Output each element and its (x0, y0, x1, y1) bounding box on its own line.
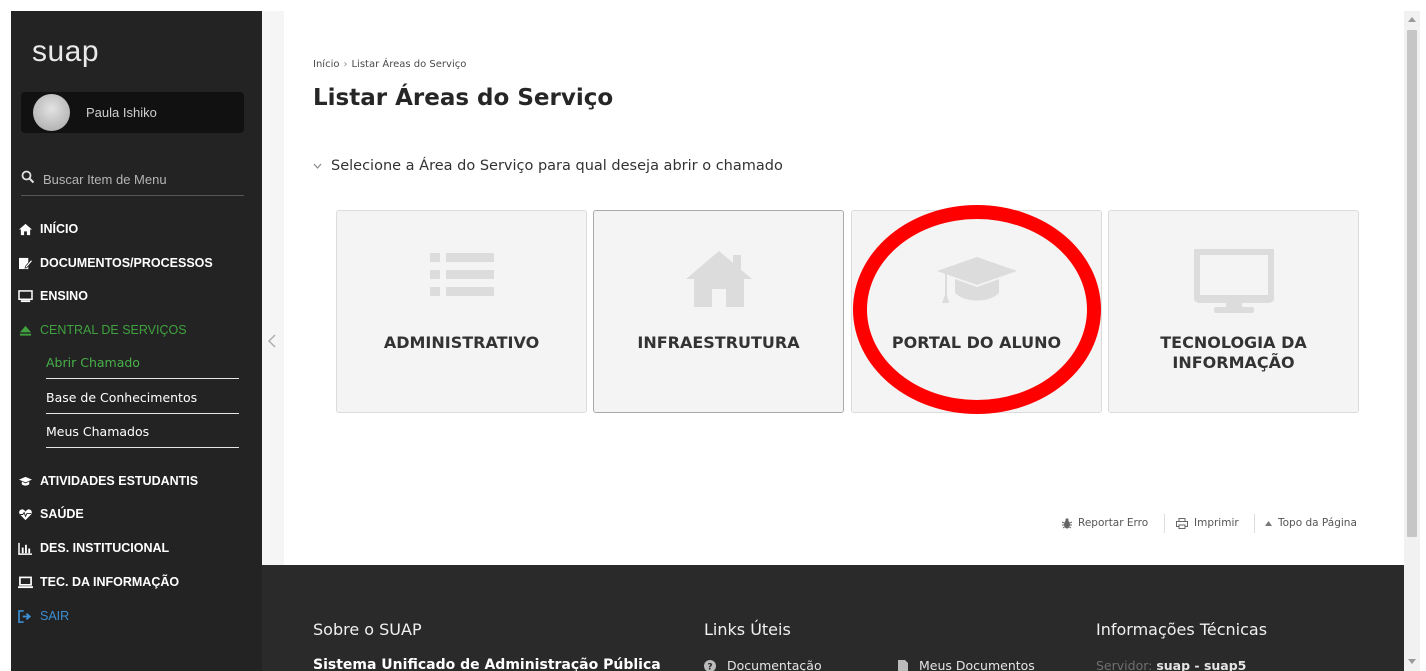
list-icon (429, 253, 494, 296)
sidebar: suap Paula Ishiko INÍCIO DOCUMENTOS/PROC… (11, 11, 262, 671)
bar-chart-icon (18, 542, 32, 555)
document-edit-icon (19, 257, 33, 269)
menu-search (21, 169, 244, 196)
scrollbar-thumb[interactable] (1407, 30, 1417, 537)
annotation-circle (853, 205, 1101, 414)
search-icon (21, 170, 35, 184)
app-logo[interactable]: suap (32, 35, 99, 69)
sidebar-item-label: ATIVIDADES ESTUDANTIS (40, 474, 199, 488)
scrollbar[interactable] (1404, 11, 1420, 671)
sidebar-collapse-strip[interactable] (262, 11, 284, 565)
submenu-base-conhecimentos[interactable]: Base de Conhecimentos (46, 381, 239, 414)
footer-link-label: Documentação (727, 658, 822, 671)
sidebar-item-label: DES. INSTITUCIONAL (40, 541, 170, 555)
back-to-top-link[interactable]: Topo da Página (1265, 517, 1357, 529)
card-label: ADMINISTRATIVO (383, 333, 540, 352)
search-input[interactable] (43, 169, 243, 189)
scroll-up-icon[interactable] (1408, 16, 1416, 22)
footer-link-meus-documentos[interactable]: Meus Documentos (898, 658, 1035, 671)
file-icon (898, 659, 908, 671)
sign-out-icon (18, 609, 32, 623)
sidebar-item-label: TEC. DA INFORMAÇÃO (40, 575, 180, 589)
breadcrumb-current: Listar Áreas do Serviço (351, 59, 467, 70)
section-toggle[interactable]: Selecione a Área do Serviço para qual de… (313, 158, 783, 174)
heartbeat-icon (19, 508, 32, 520)
submenu-abrir-chamado[interactable]: Abrir Chamado (46, 346, 239, 379)
bug-icon (1062, 517, 1072, 528)
user-name: Paula Ishiko (86, 105, 157, 120)
page-title: Listar Áreas do Serviço (313, 85, 614, 111)
sidebar-item-label: SAIR (40, 609, 70, 623)
sidebar-item-label: INÍCIO (40, 222, 79, 236)
sidebar-item-central-servicos[interactable]: CENTRAL DE SERVIÇOS (18, 319, 187, 341)
sidebar-item-inicio[interactable]: INÍCIO (18, 218, 78, 240)
eject-icon (19, 325, 32, 336)
footer-links-title: Links Úteis (704, 620, 791, 639)
sidebar-item-des-institucional[interactable]: DES. INSTITUCIONAL (18, 537, 169, 559)
chevron-left-icon[interactable] (267, 333, 277, 349)
report-error-label: Reportar Erro (1078, 517, 1149, 529)
print-icon (1176, 517, 1188, 529)
submenu-meus-chamados[interactable]: Meus Chamados (46, 415, 239, 448)
question-circle-icon: ? (704, 659, 716, 671)
sidebar-item-tec-informacao[interactable]: TEC. DA INFORMAÇÃO (18, 571, 179, 593)
home-icon (685, 251, 752, 307)
section-label: Selecione a Área do Serviço para qual de… (331, 158, 783, 174)
footer-link-label: Meus Documentos (919, 658, 1035, 671)
sidebar-item-saude[interactable]: SAÚDE (18, 503, 84, 525)
divider (1254, 514, 1255, 533)
chevron-down-icon (313, 163, 322, 169)
sidebar-item-label: CENTRAL DE SERVIÇOS (40, 323, 187, 337)
home-icon (19, 223, 32, 235)
scroll-down-icon[interactable] (1408, 659, 1416, 665)
print-link[interactable]: Imprimir (1176, 517, 1239, 529)
sidebar-item-label: DOCUMENTOS/PROCESSOS (40, 256, 213, 270)
svg-text:?: ? (707, 662, 712, 671)
card-label: INFRAESTRUTURA (637, 333, 800, 352)
breadcrumb-home[interactable]: Início (313, 59, 339, 70)
card-infraestrutura[interactable]: INFRAESTRUTURA (593, 210, 844, 413)
footer-about-text: Sistema Unificado de Administração Públi… (313, 657, 661, 671)
caret-up-icon (1265, 520, 1272, 526)
presentation-icon (18, 289, 33, 302)
sidebar-item-label: ENSINO (40, 289, 88, 303)
card-tecnologia-informacao[interactable]: TECNOLOGIA DA INFORMAÇÃO (1108, 210, 1359, 413)
sidebar-item-label: SAÚDE (40, 507, 84, 521)
avatar (33, 94, 70, 131)
sidebar-item-atividades[interactable]: ATIVIDADES ESTUDANTIS (18, 470, 198, 492)
footer-server-info: Servidor: suap - suap5 (1096, 658, 1246, 671)
divider (1164, 514, 1165, 533)
sidebar-item-ensino[interactable]: ENSINO (18, 285, 88, 307)
card-label: TECNOLOGIA DA INFORMAÇÃO (1160, 333, 1307, 372)
footer-about-title: Sobre o SUAP (313, 620, 422, 639)
server-label: Servidor: (1096, 658, 1153, 671)
desktop-icon (1193, 249, 1274, 313)
laptop-icon (18, 576, 33, 588)
card-administrativo[interactable]: ADMINISTRATIVO (336, 210, 587, 413)
footer: Sobre o SUAP Sistema Unificado de Admini… (262, 565, 1404, 671)
graduation-cap-icon (19, 476, 32, 486)
breadcrumb: Início › Listar Áreas do Serviço (313, 59, 466, 70)
server-value: suap - suap5 (1156, 658, 1247, 671)
sidebar-item-sair[interactable]: SAIR (18, 605, 69, 627)
footer-tech-title: Informações Técnicas (1096, 620, 1268, 639)
user-box[interactable]: Paula Ishiko (21, 92, 244, 133)
report-error-link[interactable]: Reportar Erro (1062, 517, 1148, 529)
back-to-top-label: Topo da Página (1278, 517, 1357, 529)
breadcrumb-separator-icon: › (343, 59, 348, 70)
footer-link-documentacao[interactable]: ? Documentação (704, 658, 822, 671)
sidebar-item-documentos[interactable]: DOCUMENTOS/PROCESSOS (18, 252, 213, 274)
print-label: Imprimir (1194, 517, 1239, 529)
